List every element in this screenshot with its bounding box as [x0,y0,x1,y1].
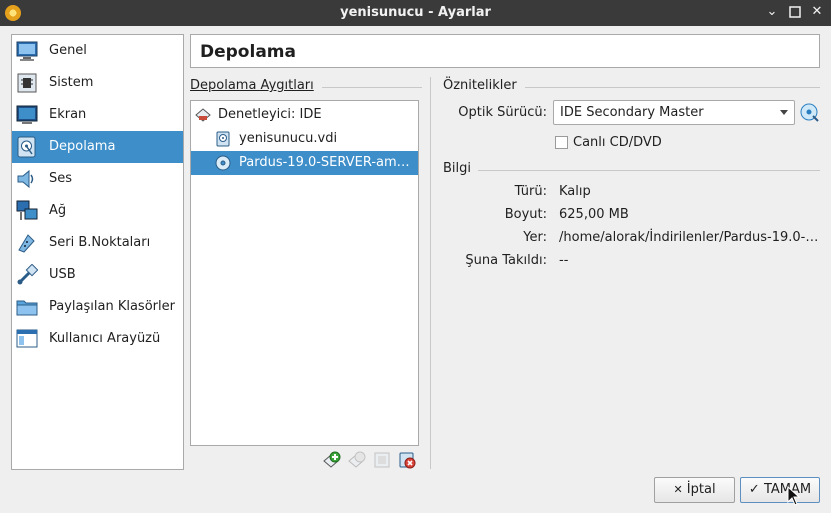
page-title: Depolama [200,42,296,62]
sidebar-item-seri-b-noktalari[interactable]: Seri B.Noktaları [12,227,183,259]
attached-to-value: -- [559,253,569,268]
usb-icon [17,264,38,285]
monitor-icon [16,41,38,61]
optical-disc-icon [215,155,231,171]
mouse-cursor-icon [787,486,801,506]
sidebar-item-ekran[interactable]: Ekran [12,99,183,131]
info-title: Bilgi [443,161,472,176]
sidebar-item-label: Depolama [49,139,116,154]
sidebar-item-label: USB [49,267,76,282]
ok-button[interactable]: ✓ TAMAM [740,477,820,503]
sidebar-item-label: Ağ [49,203,67,218]
sidebar-item-label: Seri B.Noktaları [49,235,151,250]
controller-icon [195,108,211,122]
sidebar-item-usb[interactable]: USB [12,259,183,291]
minimize-icon[interactable]: ⌄ [764,4,780,20]
sidebar-item-label: Paylaşılan Klasörler [49,299,175,314]
window-icon [16,329,38,348]
sidebar-item-genel[interactable]: Genel [12,35,183,67]
size-value: 625,00 MB [559,207,629,222]
add-controller-icon[interactable] [323,451,341,469]
panel-divider [430,77,431,469]
settings-sidebar: Genel Sistem Ekran Depolama Ses Ağ Seri … [11,34,184,470]
sidebar-item-label: Ekran [49,107,87,122]
network-icon [16,200,38,220]
tree-item-label: yenisunucu.vdi [239,131,338,146]
sidebar-item-label: Ses [49,171,73,186]
controller-label: Denetleyici: IDE [218,107,322,122]
cancel-button[interactable]: ✕ İptal [654,477,735,503]
storage-tree[interactable]: Denetleyici: IDE yenisunucu.vdi Pardus-1… [190,100,419,446]
sidebar-item-sistem[interactable]: Sistem [12,67,183,99]
tree-item-label: Pardus-19.0-SERVER-am… [239,155,410,170]
cancel-label: İptal [686,482,716,497]
sidebar-item-label: Kullanıcı Arayüzü [49,331,161,346]
size-label: Boyut: [504,207,547,222]
add-attachment-icon[interactable] [373,451,391,469]
sidebar-item-ses[interactable]: Ses [12,163,183,195]
tree-controller-ide[interactable]: Denetleyici: IDE [191,103,418,127]
sidebar-item-paylasilan-klasorler[interactable]: Paylaşılan Klasörler [12,291,183,323]
check-icon: ✓ [748,482,760,497]
sidebar-item-ag[interactable]: Ağ [12,195,183,227]
live-cd-label[interactable]: Canlı CD/DVD [573,135,662,150]
serial-port-icon [18,234,35,253]
storage-devices-title: Depolama Aygıtları [190,78,314,93]
tree-item-hard-disk[interactable]: yenisunucu.vdi [191,127,418,151]
speaker-icon [17,169,34,189]
location-label: Yer: [523,230,547,245]
optical-drive-select[interactable]: IDE Secondary Master [553,100,795,125]
remove-attachment-icon[interactable] [398,451,416,469]
attached-to-label: Şuna Takıldı: [465,253,547,268]
tree-item-optical-disc[interactable]: Pardus-19.0-SERVER-am… [191,151,418,175]
group-divider [322,87,422,88]
attributes-title: Öznitelikler [443,78,517,93]
maximize-icon[interactable] [787,4,803,20]
display-icon [16,105,38,124]
close-icon[interactable]: ✕ [809,4,825,20]
optical-drive-label: Optik Sürücü: [458,105,547,120]
group-divider [478,170,820,171]
type-label: Türü: [514,184,547,199]
storage-icon [17,136,36,158]
chevron-down-icon [780,110,788,115]
title-bar: yenisunucu - Ayarlar ⌄ ✕ [0,0,831,26]
sidebar-item-depolama[interactable]: Depolama [12,131,183,163]
sidebar-item-label: Sistem [49,75,94,90]
choose-disk-icon[interactable] [800,103,819,122]
type-value: Kalıp [559,184,591,199]
folder-icon [16,300,38,316]
window-title: yenisunucu - Ayarlar [340,5,491,20]
sidebar-item-kullanici-arayuzu[interactable]: Kullanıcı Arayüzü [12,323,183,355]
live-cd-checkbox[interactable] [555,136,568,149]
page-header: Depolama [190,34,820,68]
sidebar-item-label: Genel [49,43,87,58]
close-icon: ✕ [673,483,683,496]
remove-controller-icon[interactable] [348,451,366,469]
chip-icon [17,73,37,93]
location-value: /home/alorak/İndirilenler/Pardus-19.0-… [559,230,819,245]
hard-disk-icon [216,131,230,147]
group-divider [525,87,820,88]
optical-drive-value: IDE Secondary Master [560,105,704,120]
